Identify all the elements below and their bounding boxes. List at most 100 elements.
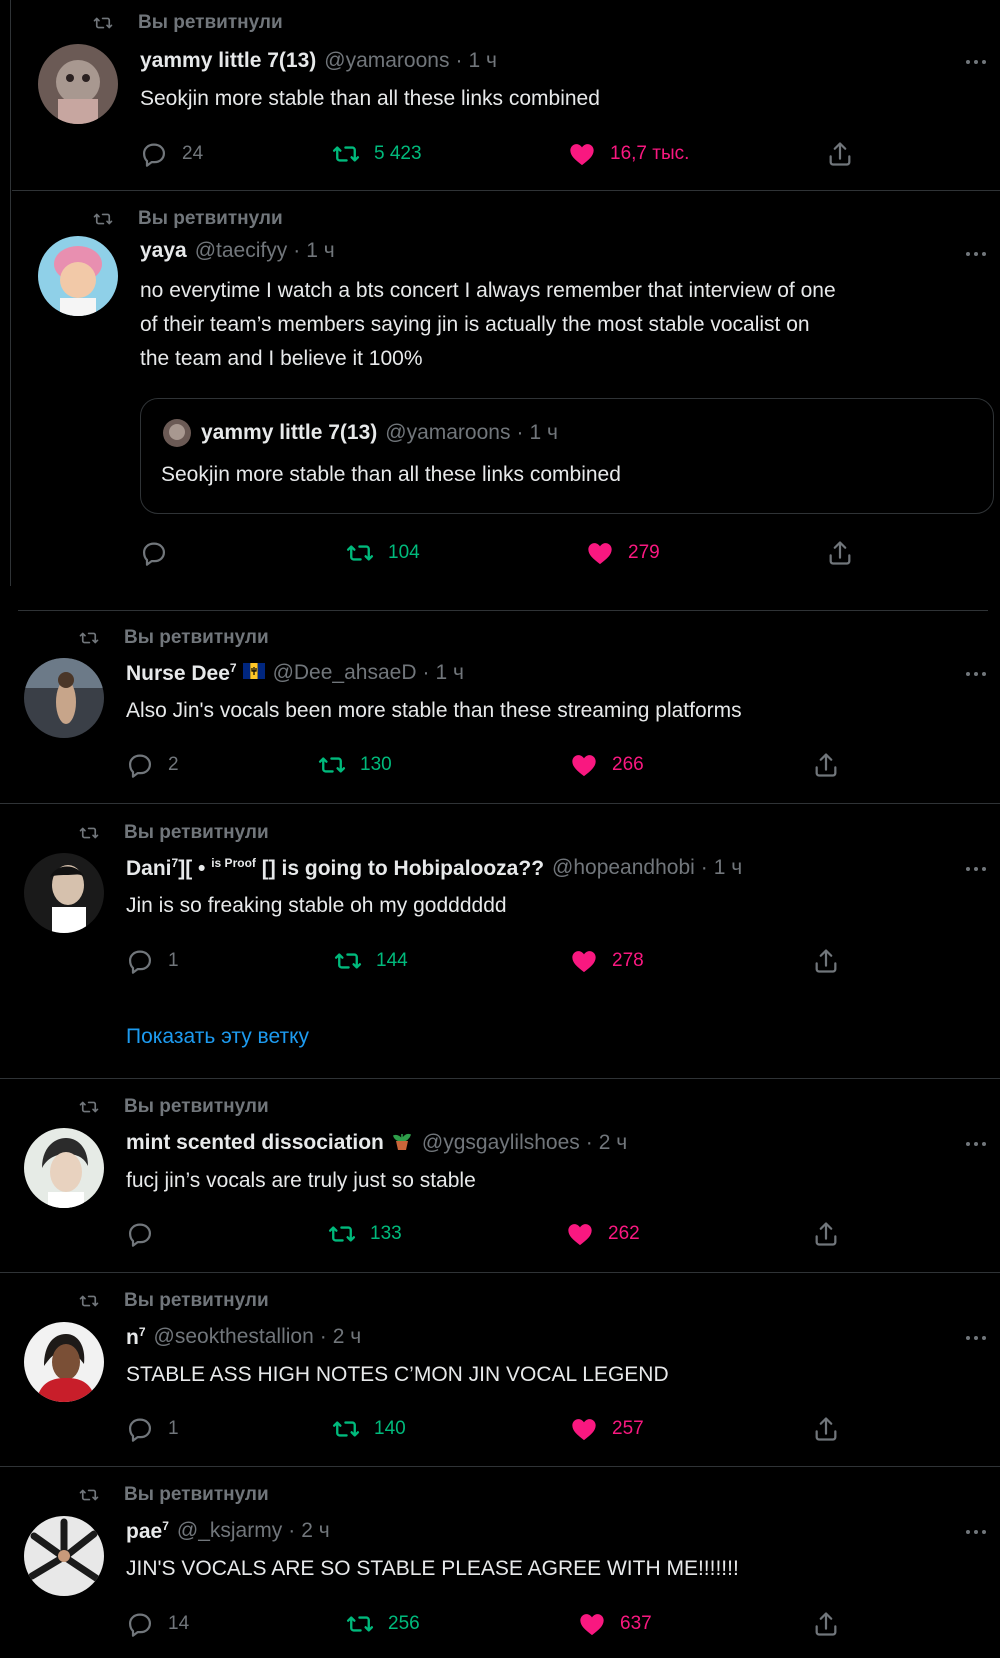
retweet-button[interactable]: 140 xyxy=(332,1412,406,1446)
avatar[interactable] xyxy=(24,658,104,738)
reply-button[interactable]: 1 xyxy=(126,944,179,978)
username: @yamaroons xyxy=(385,421,511,444)
share-button[interactable] xyxy=(826,137,854,171)
username[interactable]: @Dee_ahsaeD xyxy=(273,661,417,685)
retweet-icon xyxy=(346,1610,374,1638)
like-count: 262 xyxy=(608,1223,640,1244)
retweet-icon xyxy=(90,13,116,33)
timestamp[interactable]: 1 ч xyxy=(306,239,334,263)
display-name[interactable]: Nurse Dee7 xyxy=(126,661,237,686)
retweet-button[interactable]: 144 xyxy=(334,944,408,978)
retweet-button[interactable]: 133 xyxy=(328,1217,402,1251)
share-icon xyxy=(812,1415,840,1443)
timestamp[interactable]: 1 ч xyxy=(714,856,742,880)
like-button[interactable]: 257 xyxy=(570,1412,644,1446)
more-options-icon[interactable] xyxy=(962,1326,990,1350)
reply-button[interactable]: 1 xyxy=(126,1412,179,1446)
reply-button[interactable] xyxy=(126,1217,168,1251)
like-button[interactable]: 266 xyxy=(570,748,644,782)
avatar[interactable] xyxy=(24,1516,104,1596)
display-name[interactable]: mint scented dissociation xyxy=(126,1131,384,1155)
avatar[interactable] xyxy=(38,44,118,124)
share-button[interactable] xyxy=(812,944,840,978)
retweet-button[interactable]: 5 423 xyxy=(332,137,422,171)
timestamp[interactable]: 2 ч xyxy=(301,1519,329,1543)
username[interactable]: @seokthestallion xyxy=(154,1325,314,1349)
share-button[interactable] xyxy=(826,536,854,570)
more-options-icon[interactable] xyxy=(962,857,990,881)
share-icon xyxy=(812,1610,840,1638)
display-name: yammy little 7(13) xyxy=(201,421,378,444)
like-count: 266 xyxy=(612,754,644,775)
avatar[interactable] xyxy=(24,853,104,933)
timestamp[interactable]: 1 ч xyxy=(468,49,496,73)
action-bar: 1 144 278 xyxy=(126,944,846,978)
avatar[interactable] xyxy=(24,1128,104,1208)
retweet-count: 130 xyxy=(360,754,392,775)
like-button[interactable]: 16,7 тыс. xyxy=(568,137,689,171)
timestamp[interactable]: 2 ч xyxy=(333,1325,361,1349)
like-button[interactable]: 637 xyxy=(578,1607,652,1641)
more-options-icon[interactable] xyxy=(962,1132,990,1156)
share-button[interactable] xyxy=(812,1607,840,1641)
reply-button[interactable] xyxy=(140,536,182,570)
divider xyxy=(0,803,1000,804)
reply-count: 1 xyxy=(168,1418,179,1439)
retweet-button[interactable]: 130 xyxy=(318,748,392,782)
retweet-count: 133 xyxy=(370,1223,402,1244)
like-button[interactable]: 262 xyxy=(566,1217,640,1251)
separator-dot: · xyxy=(288,1519,296,1542)
heart-icon xyxy=(570,947,598,975)
display-name[interactable]: yaya xyxy=(140,239,187,263)
like-button[interactable]: 279 xyxy=(586,536,660,570)
share-icon xyxy=(812,947,840,975)
more-options-icon[interactable] xyxy=(962,662,990,686)
like-button[interactable]: 278 xyxy=(570,944,644,978)
username[interactable]: @hopeandhobi xyxy=(552,856,695,880)
display-name[interactable]: n7 xyxy=(126,1325,146,1350)
retweet-button[interactable]: 256 xyxy=(346,1607,420,1641)
reply-button[interactable]: 24 xyxy=(140,137,203,171)
timestamp[interactable]: 1 ч xyxy=(435,661,463,685)
avatar[interactable] xyxy=(24,1322,104,1402)
timestamp[interactable]: 2 ч xyxy=(599,1131,627,1155)
separator-dot: · xyxy=(293,239,301,262)
retweet-icon xyxy=(90,209,116,229)
like-count: 637 xyxy=(620,1613,652,1634)
reply-button[interactable]: 14 xyxy=(126,1607,189,1641)
reply-icon xyxy=(140,140,168,168)
display-name[interactable]: pae7 xyxy=(126,1519,169,1544)
reply-icon xyxy=(126,1220,154,1248)
retweet-context: Вы ретвитнули xyxy=(76,1483,269,1507)
more-options-icon[interactable] xyxy=(962,242,990,266)
avatar[interactable] xyxy=(38,236,118,316)
quoted-tweet-header: yammy little 7(13) @yamaroons · 1 ч xyxy=(163,419,558,447)
more-options-icon[interactable] xyxy=(962,50,990,74)
action-bar: 104 279 xyxy=(140,536,860,570)
username[interactable]: @ygsgaylilshoes xyxy=(422,1131,580,1155)
divider xyxy=(12,190,1000,191)
tweet-header: Dani7][ • is Proof [] is going to Hobipa… xyxy=(126,853,742,883)
action-bar: 1 140 257 xyxy=(126,1412,846,1446)
display-name[interactable]: yammy little 7(13) xyxy=(140,49,316,73)
reply-button[interactable]: 2 xyxy=(126,748,179,782)
share-button[interactable] xyxy=(812,1412,840,1446)
username[interactable]: @yamaroons xyxy=(324,49,449,73)
action-bar: 133 262 xyxy=(126,1217,846,1251)
quoted-tweet-text: Seokjin more stable than all these links… xyxy=(161,463,621,486)
action-bar: 14 256 637 xyxy=(126,1607,846,1641)
tweet-header: yaya @taecifyy · 1 ч xyxy=(140,236,335,266)
share-button[interactable] xyxy=(812,1217,840,1251)
username[interactable]: @_ksjarmy xyxy=(177,1519,282,1543)
share-button[interactable] xyxy=(812,748,840,782)
more-options-icon[interactable] xyxy=(962,1520,990,1544)
like-count: 257 xyxy=(612,1418,644,1439)
display-name[interactable]: Dani7][ • is Proof [] is going to Hobipa… xyxy=(126,856,544,881)
show-thread-link[interactable]: Показать эту ветку xyxy=(126,1025,309,1049)
username[interactable]: @taecifyy xyxy=(195,239,288,263)
quoted-tweet[interactable]: yammy little 7(13) @yamaroons · 1 ч Seok… xyxy=(140,398,994,514)
retweet-button[interactable]: 104 xyxy=(346,536,420,570)
retweet-count: 104 xyxy=(388,542,420,563)
retweet-icon xyxy=(76,628,102,648)
tweet-text-line: the team and I believe it 100% xyxy=(140,347,423,370)
